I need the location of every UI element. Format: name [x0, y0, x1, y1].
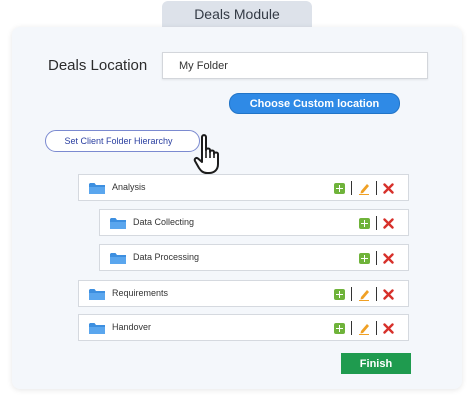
- folder-label: Analysis: [112, 182, 146, 192]
- separator: [351, 321, 352, 335]
- folder-icon: [89, 289, 105, 300]
- deals-location-input[interactable]: [162, 52, 428, 79]
- choose-custom-location-button[interactable]: Choose Custom location: [229, 93, 400, 114]
- set-client-folder-hierarchy-button[interactable]: Set Client Folder Hierarchy: [45, 130, 200, 152]
- add-icon[interactable]: [334, 182, 345, 194]
- folder-row-data-collecting[interactable]: Data Collecting: [99, 209, 409, 236]
- separator: [376, 287, 377, 301]
- folder-row-handover[interactable]: Handover: [78, 314, 409, 341]
- row-actions: [334, 287, 394, 301]
- finish-button[interactable]: Finish: [341, 353, 411, 374]
- add-icon[interactable]: [359, 217, 370, 229]
- separator: [376, 216, 377, 230]
- folder-icon: [89, 183, 105, 194]
- row-actions: [359, 251, 394, 265]
- add-icon[interactable]: [359, 252, 370, 264]
- folder-row-analysis[interactable]: Analysis: [78, 174, 409, 201]
- delete-x-icon[interactable]: [383, 288, 394, 300]
- delete-x-icon[interactable]: [383, 217, 394, 229]
- folder-label: Requirements: [112, 288, 169, 298]
- add-icon[interactable]: [334, 322, 345, 334]
- delete-x-icon[interactable]: [383, 182, 394, 194]
- edit-pencil-icon[interactable]: [358, 182, 370, 195]
- row-actions: [334, 321, 394, 335]
- separator: [376, 251, 377, 265]
- separator: [351, 287, 352, 301]
- folder-label: Data Processing: [133, 252, 200, 262]
- separator: [351, 181, 352, 195]
- separator: [376, 321, 377, 335]
- folder-label: Data Collecting: [133, 217, 195, 227]
- delete-x-icon[interactable]: [383, 252, 394, 264]
- deals-module-window: Deals Module Deals Location Choose Custo…: [0, 0, 474, 407]
- add-icon[interactable]: [334, 288, 345, 300]
- folder-icon: [89, 323, 105, 334]
- deals-panel: Deals Location Choose Custom location Se…: [12, 27, 462, 389]
- hand-pointer-icon: [193, 134, 219, 174]
- edit-pencil-icon[interactable]: [358, 322, 370, 335]
- row-actions: [334, 181, 394, 195]
- folder-icon: [110, 218, 126, 229]
- edit-pencil-icon[interactable]: [358, 288, 370, 301]
- folder-label: Handover: [112, 322, 152, 332]
- module-tab[interactable]: Deals Module: [162, 1, 312, 27]
- folder-row-data-processing[interactable]: Data Processing: [99, 244, 409, 271]
- deals-location-label: Deals Location: [48, 57, 148, 74]
- delete-x-icon[interactable]: [383, 322, 394, 334]
- separator: [376, 181, 377, 195]
- folder-icon: [110, 253, 126, 264]
- folder-row-requirements[interactable]: Requirements: [78, 280, 409, 307]
- row-actions: [359, 216, 394, 230]
